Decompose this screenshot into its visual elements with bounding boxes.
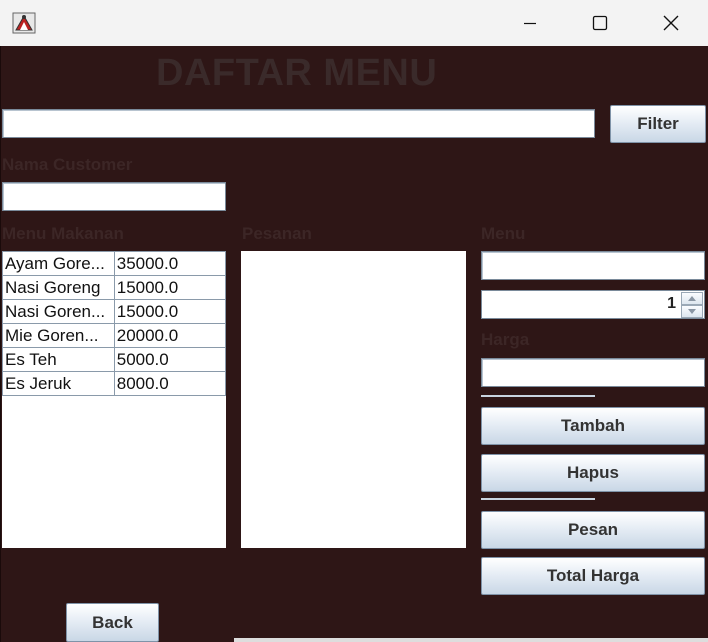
- menu-name-cell[interactable]: Es Jeruk: [2, 371, 115, 396]
- menu-label: Menu: [481, 224, 526, 243]
- menu-name-cell[interactable]: Es Teh: [2, 347, 115, 372]
- menu-input[interactable]: [482, 252, 704, 279]
- menu-name-cell[interactable]: Ayam Gore...: [2, 251, 115, 276]
- minimize-button[interactable]: [507, 0, 553, 46]
- menu-price-cell[interactable]: 8000.0: [113, 371, 227, 396]
- quantity-value[interactable]: 1: [667, 295, 676, 313]
- table-row[interactable]: Es Teh 5000.0: [2, 347, 227, 372]
- filter-input[interactable]: [3, 110, 594, 137]
- caret-up-icon: [688, 296, 696, 301]
- hapus-button[interactable]: Hapus: [481, 454, 705, 492]
- table-row[interactable]: Ayam Gore... 35000.0: [2, 251, 227, 276]
- table-row[interactable]: Es Jeruk 8000.0: [2, 371, 227, 396]
- harga-label: Harga: [481, 330, 530, 349]
- maximize-button[interactable]: [577, 0, 623, 46]
- menu-price-cell[interactable]: 5000.0: [113, 347, 227, 372]
- customer-input-box: [2, 182, 226, 211]
- menu-price-cell[interactable]: 15000.0: [113, 275, 227, 300]
- menu-name-cell[interactable]: Mie Goren...: [2, 323, 115, 348]
- total-harga-button[interactable]: Total Harga: [481, 557, 705, 595]
- customer-name-input[interactable]: [3, 183, 225, 210]
- table-row[interactable]: Nasi Goreng 15000.0: [2, 275, 227, 300]
- menu-name-cell[interactable]: Nasi Goren...: [2, 299, 115, 324]
- menu-price-cell[interactable]: 20000.0: [113, 323, 227, 348]
- pesanan-label: Pesanan: [242, 224, 312, 243]
- table-row[interactable]: Nasi Goren... 15000.0: [2, 299, 227, 324]
- close-icon: [663, 15, 679, 31]
- menu-makanan-label: Menu Makanan: [2, 224, 124, 243]
- caret-down-icon: [688, 309, 696, 314]
- window-bottom-edge: [234, 638, 708, 642]
- filter-input-box: [2, 109, 595, 138]
- harga-input-box: [481, 358, 705, 387]
- back-button[interactable]: Back: [66, 603, 159, 642]
- menu-name-cell[interactable]: Nasi Goreng: [2, 275, 115, 300]
- decrement-button[interactable]: [681, 305, 703, 318]
- pesanan-list[interactable]: [241, 251, 466, 548]
- page-title: DAFTAR MENU: [156, 52, 438, 94]
- tambah-button[interactable]: Tambah: [481, 407, 705, 445]
- harga-input[interactable]: [482, 359, 704, 386]
- menu-table[interactable]: Ayam Gore... 35000.0 Nasi Goreng 15000.0…: [2, 251, 227, 396]
- increment-button[interactable]: [681, 292, 703, 305]
- customer-label: Nama Customer: [2, 155, 133, 174]
- close-button[interactable]: [648, 0, 694, 46]
- menu-table-panel[interactable]: Ayam Gore... 35000.0 Nasi Goreng 15000.0…: [2, 251, 227, 548]
- filter-button[interactable]: Filter: [610, 105, 706, 143]
- title-bar: [0, 0, 708, 46]
- pesan-button[interactable]: Pesan: [481, 511, 705, 549]
- table-row[interactable]: Mie Goren... 20000.0: [2, 323, 227, 348]
- menu-price-cell[interactable]: 15000.0: [113, 299, 227, 324]
- maximize-icon: [592, 15, 608, 31]
- minimize-icon: [524, 22, 536, 25]
- menu-input-box: [481, 251, 705, 280]
- separator: [481, 498, 595, 500]
- separator: [481, 395, 595, 397]
- java-app-icon[interactable]: [12, 12, 36, 34]
- quantity-stepper[interactable]: 1: [481, 290, 705, 319]
- menu-price-cell[interactable]: 35000.0: [113, 251, 227, 276]
